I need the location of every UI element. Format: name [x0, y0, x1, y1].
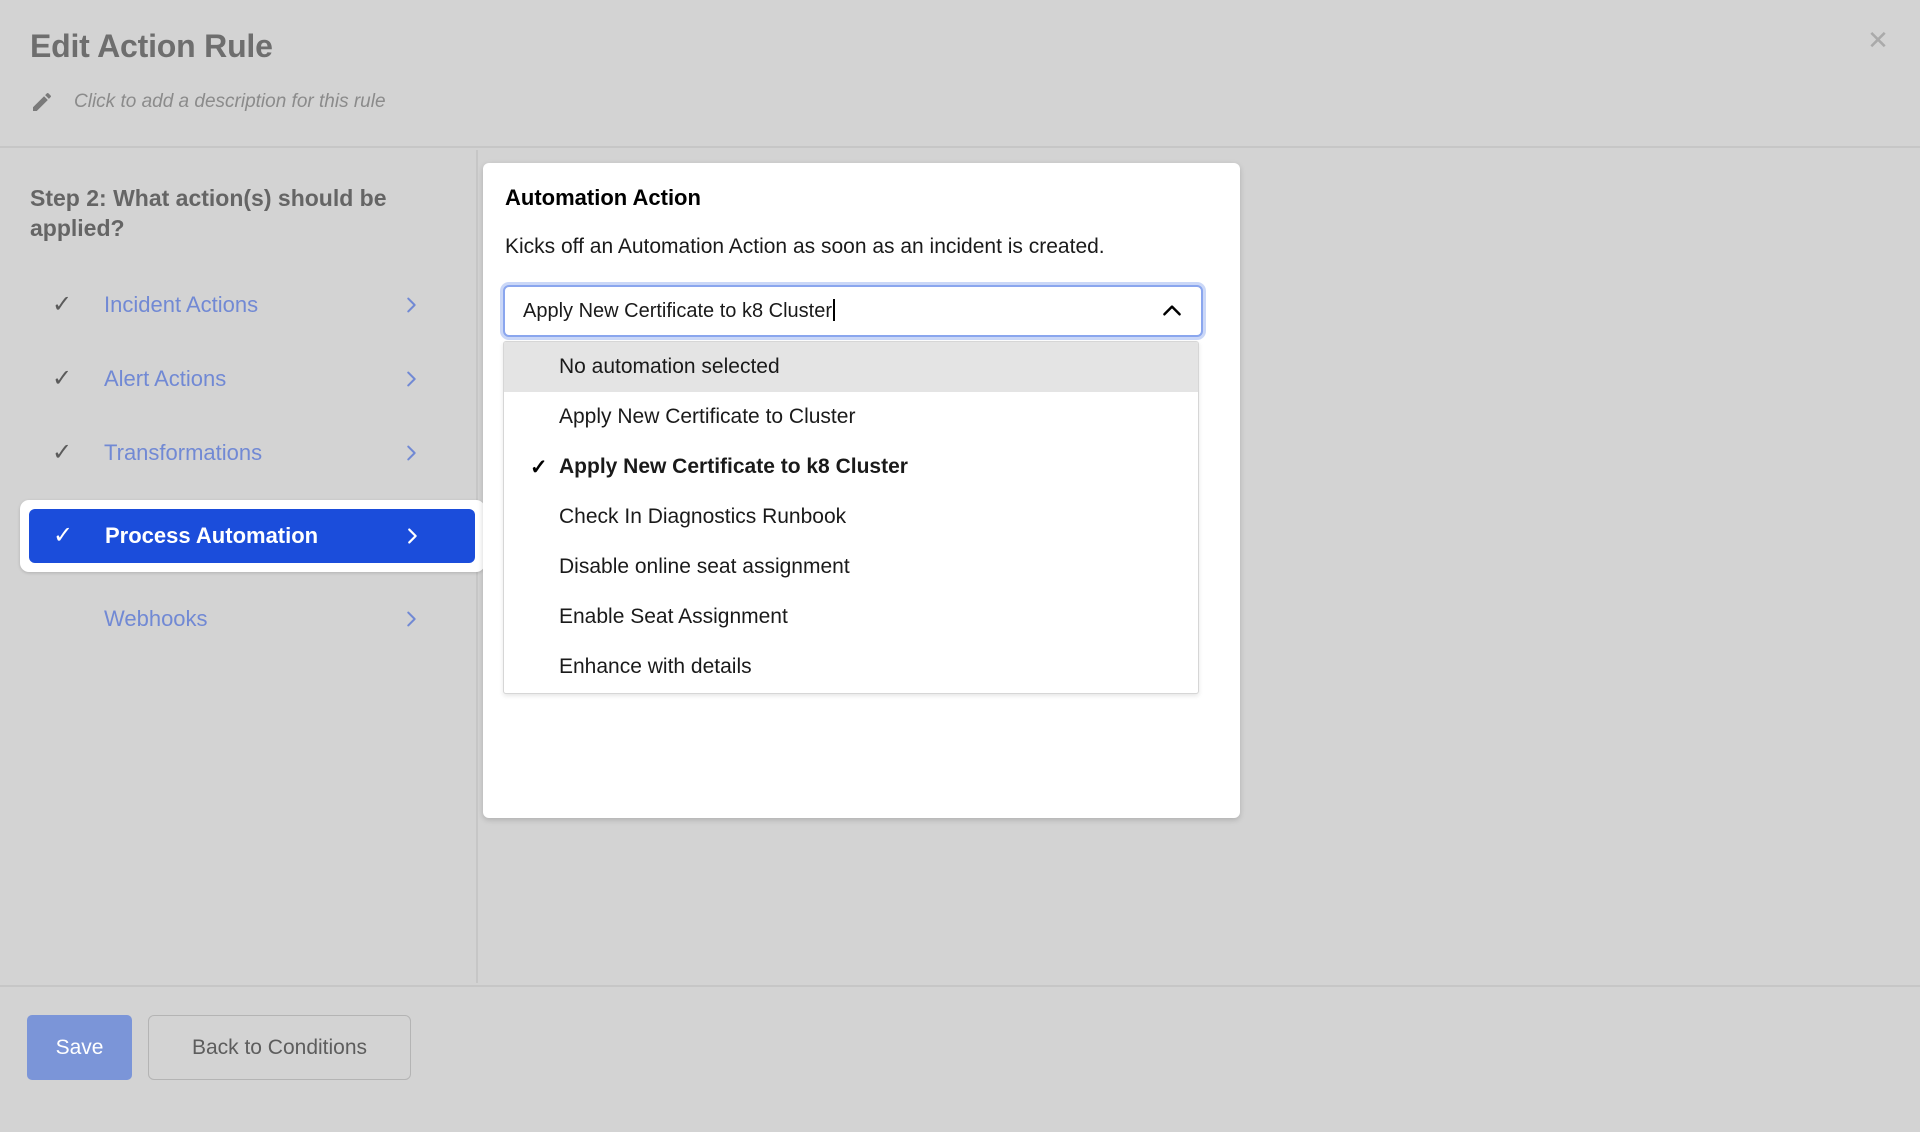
sidebar-item-incident-actions[interactable]: ✓ Incident Actions [0, 278, 478, 332]
chevron-right-icon [400, 294, 422, 316]
modal-header: Edit Action Rule Click to add a descript… [0, 0, 1920, 148]
save-button[interactable]: Save [27, 1015, 132, 1080]
dropdown-option-label: Enable Seat Assignment [559, 605, 788, 628]
automation-select-input[interactable]: Apply New Certificate to k8 Cluster [503, 285, 1203, 337]
dropdown-option-label: Disable online seat assignment [559, 555, 850, 578]
check-icon: ✓ [52, 291, 73, 318]
card-title: Automation Action [505, 185, 701, 210]
dropdown-option-label: Enhance with details [559, 655, 752, 678]
modal-footer: Save Back to Conditions [0, 985, 1920, 1132]
chevron-right-icon [401, 525, 423, 547]
step-title: Step 2: What action(s) should be applied… [30, 185, 387, 242]
rule-description-placeholder: Click to add a description for this rule [74, 91, 386, 112]
dropdown-option-no-automation-selected[interactable]: No automation selected [504, 342, 1198, 392]
sidebar-item-label: Incident Actions [104, 292, 259, 317]
sidebar-active-highlight: ✓ Process Automation [20, 500, 485, 572]
check-icon: ✓ [530, 455, 548, 479]
back-to-conditions-button[interactable]: Back to Conditions [148, 1015, 411, 1080]
chevron-right-icon [400, 608, 422, 630]
check-icon: ✓ [52, 439, 73, 466]
dropdown-option-apply-new-certificate-to-cluster[interactable]: Apply New Certificate to Cluster [504, 392, 1198, 442]
card-description: Kicks off an Automation Action as soon a… [505, 235, 1105, 258]
sidebar-item-label: Transformations [104, 440, 263, 465]
check-icon: ✓ [53, 522, 74, 549]
dropdown-option-disable-online-seat-assignment[interactable]: Disable online seat assignment [504, 542, 1198, 592]
page-title: Edit Action Rule [30, 28, 273, 64]
step-sidebar: Step 2: What action(s) should be applied… [0, 150, 485, 983]
rule-description-row[interactable]: Click to add a description for this rule [30, 90, 386, 114]
dropdown-option-check-in-diagnostics-runbook[interactable]: Check In Diagnostics Runbook [504, 492, 1198, 542]
automation-select-value: Apply New Certificate to k8 Cluster [523, 299, 835, 323]
sidebar-item-label: Webhooks [104, 606, 208, 631]
chevron-right-icon [400, 368, 422, 390]
edit-action-rule-modal: Edit Action Rule Click to add a descript… [0, 0, 1920, 1132]
dropdown-option-enable-seat-assignment[interactable]: Enable Seat Assignment [504, 592, 1198, 642]
automation-action-card: Automation Action Kicks off an Automatio… [483, 163, 1240, 818]
dropdown-option-apply-new-certificate-to-k8-cluster[interactable]: ✓ Apply New Certificate to k8 Cluster [504, 442, 1198, 492]
sidebar-item-webhooks[interactable]: Webhooks [0, 592, 478, 646]
close-icon[interactable]: ✕ [1858, 20, 1898, 60]
dropdown-option-enhance-with-details[interactable]: Enhance with details [504, 642, 1198, 692]
chevron-right-icon [400, 442, 422, 464]
sidebar-item-label: Alert Actions [104, 366, 227, 391]
dropdown-option-label: Apply New Certificate to k8 Cluster [559, 455, 908, 478]
text-caret [833, 299, 835, 321]
automation-options-dropdown: No automation selected Apply New Certifi… [503, 341, 1199, 694]
dropdown-option-label: No automation selected [559, 355, 780, 378]
sidebar-item-label: Process Automation [105, 523, 319, 548]
pencil-icon [30, 90, 54, 114]
chevron-up-icon[interactable] [1159, 298, 1185, 324]
check-icon: ✓ [52, 365, 73, 392]
sidebar-item-transformations[interactable]: ✓ Transformations [0, 426, 478, 480]
dropdown-option-label: Apply New Certificate to Cluster [559, 405, 856, 428]
action-category-list: ✓ Incident Actions ✓ Alert Actions ✓ Tra… [0, 278, 485, 666]
dropdown-option-label: Check In Diagnostics Runbook [559, 505, 847, 528]
sidebar-item-alert-actions[interactable]: ✓ Alert Actions [0, 352, 478, 406]
sidebar-item-process-automation[interactable]: ✓ Process Automation [29, 509, 475, 563]
